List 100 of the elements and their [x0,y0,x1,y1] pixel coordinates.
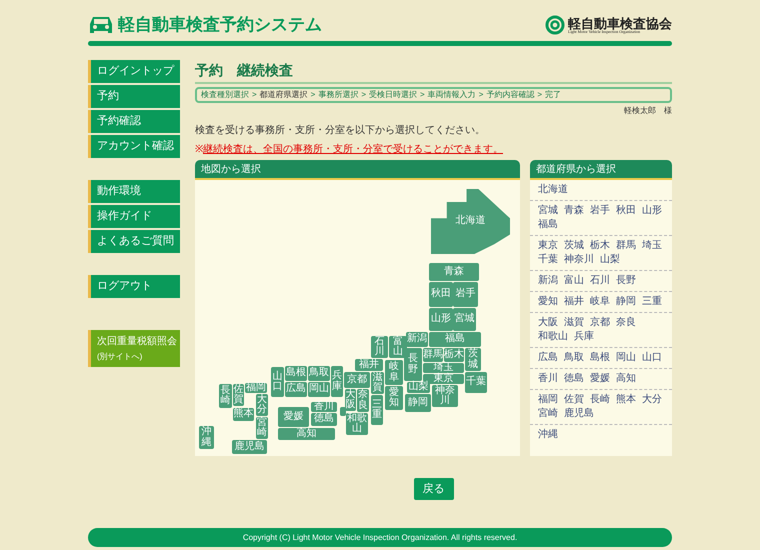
prefecture[interactable]: 静岡 [405,394,431,412]
prefecture[interactable]: 栃木 [444,348,464,362]
prefecture[interactable]: 宮城 [453,308,476,331]
prefecture[interactable]: 兵庫 [331,366,343,397]
prefecture[interactable]: 神奈川 [432,385,458,407]
prefecture-link[interactable]: 山梨 [600,253,620,267]
prefecture-link[interactable]: 栃木 [590,239,610,253]
prefecture-link[interactable]: 新潟 [538,274,558,288]
prefecture-link[interactable]: 沖縄 [538,428,558,442]
prefecture-link[interactable]: 鹿児島 [564,407,594,421]
prefecture[interactable]: 沖縄 [199,426,214,449]
nav-link[interactable]: 予約確認 [88,110,180,133]
prefecture[interactable]: 愛知 [385,386,403,410]
prefecture-link[interactable]: 滋賀 [564,316,584,330]
prefecture-link[interactable]: 東京 [538,239,558,253]
prefecture[interactable]: 大分 [256,394,268,416]
prefecture-link[interactable]: 鳥取 [564,351,584,365]
prefecture[interactable]: 熊本 [233,408,254,421]
prefecture-link[interactable]: 大阪 [538,316,558,330]
prefecture[interactable]: 北海道 [431,189,510,254]
prefecture-link[interactable]: 秋田 [616,204,636,218]
back-button[interactable]: 戻る [414,478,454,500]
prefecture-link[interactable]: 千葉 [538,253,558,267]
nav-link[interactable]: 予約 [88,85,180,108]
prefecture[interactable]: 福岡 [245,383,267,393]
prefecture[interactable]: 茨城 [465,348,481,371]
prefecture[interactable]: 佐賀 [233,384,244,406]
prefecture-link[interactable]: 埼玉 [642,239,662,253]
prefecture-link[interactable]: 山口 [642,351,662,365]
prefecture-link[interactable]: 高知 [616,372,636,386]
prefecture[interactable]: 宮崎 [256,417,268,439]
prefecture-link[interactable]: 宮崎 [538,407,558,421]
nav-link[interactable]: 動作環境 [88,180,180,203]
prefecture[interactable]: 長崎 [219,384,232,408]
prefecture-link[interactable]: 熊本 [616,393,636,407]
prefecture[interactable]: 長野 [404,348,422,381]
prefecture[interactable]: 徳島 [311,413,337,426]
prefecture-link[interactable]: 岩手 [590,204,610,218]
external-link[interactable]: 次回重量税額照会 (別サイトへ) [88,330,180,367]
prefecture-link[interactable]: 島根 [590,351,610,365]
prefecture[interactable]: 石川 [371,336,388,358]
prefecture[interactable]: 青森 [429,263,479,281]
prefecture-link[interactable]: 愛知 [538,295,558,309]
nav-link[interactable]: ログイントップ [88,60,180,83]
prefecture[interactable]: 福井 [355,359,383,371]
prefecture-link[interactable]: 岡山 [616,351,636,365]
prefecture-link[interactable]: 奈良 [616,316,636,330]
prefecture[interactable]: 富山 [389,336,407,358]
prefecture[interactable]: 千葉 [465,372,487,393]
prefecture-link[interactable]: 京都 [590,316,610,330]
prefecture[interactable]: 奈良 [357,389,369,412]
prefecture-link[interactable]: 大分 [642,393,662,407]
prefecture-link[interactable]: 三重 [642,295,662,309]
prefecture[interactable]: 大阪 [345,389,356,411]
prefecture-link[interactable]: 愛媛 [590,372,610,386]
prefecture-link[interactable]: 宮城 [538,204,558,218]
nav-link[interactable]: ログアウト [88,275,180,298]
prefecture-link[interactable]: 石川 [590,274,610,288]
prefecture[interactable]: 山梨 [407,382,430,393]
nav-link[interactable]: 操作ガイド [88,205,180,228]
prefecture-link[interactable]: 北海道 [538,183,568,197]
prefecture[interactable]: 和歌山 [346,413,368,435]
prefecture[interactable]: 広島 [285,382,307,397]
prefecture-link[interactable]: 長崎 [590,393,610,407]
prefecture-link[interactable]: 岐阜 [590,295,610,309]
prefecture[interactable]: 三重 [371,395,383,425]
prefecture[interactable]: 鳥取 [308,366,330,381]
prefecture[interactable]: 埼玉 [423,363,464,373]
prefecture[interactable]: 秋田 [429,282,453,307]
prefecture-link[interactable]: 佐賀 [564,393,584,407]
prefecture[interactable]: 京都 [344,372,370,388]
prefecture[interactable]: 島根 [285,366,307,381]
prefecture-link[interactable]: 茨城 [564,239,584,253]
prefecture-link[interactable]: 神奈川 [564,253,594,267]
prefecture[interactable]: 福島 [429,332,481,347]
prefecture-link[interactable]: 富山 [564,274,584,288]
prefecture[interactable]: 滋賀 [371,372,384,394]
prefecture-link[interactable]: 福島 [538,218,558,232]
prefecture[interactable]: 群馬 [423,348,443,362]
prefecture-link[interactable]: 兵庫 [574,330,594,344]
prefecture[interactable]: 山形 [429,308,453,331]
prefecture-link[interactable]: 福岡 [538,393,558,407]
prefecture[interactable]: 鹿児島 [232,440,267,454]
prefecture-link[interactable]: 山形 [642,204,662,218]
prefecture[interactable]: 愛媛 [278,407,309,427]
nav-link[interactable]: アカウント確認 [88,135,180,158]
prefecture-link[interactable]: 香川 [538,372,558,386]
prefecture[interactable]: 岡山 [308,382,330,397]
nav-link[interactable]: よくあるご質問 [88,230,180,253]
prefecture-link[interactable]: 青森 [564,204,584,218]
prefecture[interactable]: 香川 [311,402,337,412]
prefecture[interactable]: 岐阜 [385,360,403,385]
prefecture-link[interactable]: 静岡 [616,295,636,309]
prefecture[interactable]: 岩手 [453,282,478,307]
prefecture-link[interactable]: 福井 [564,295,584,309]
prefecture-link[interactable]: 広島 [538,351,558,365]
prefecture[interactable]: 高知 [278,428,335,440]
prefecture-link[interactable]: 長野 [616,274,636,288]
prefecture[interactable]: 新潟 [406,332,428,347]
prefecture[interactable]: 山口 [271,367,284,397]
